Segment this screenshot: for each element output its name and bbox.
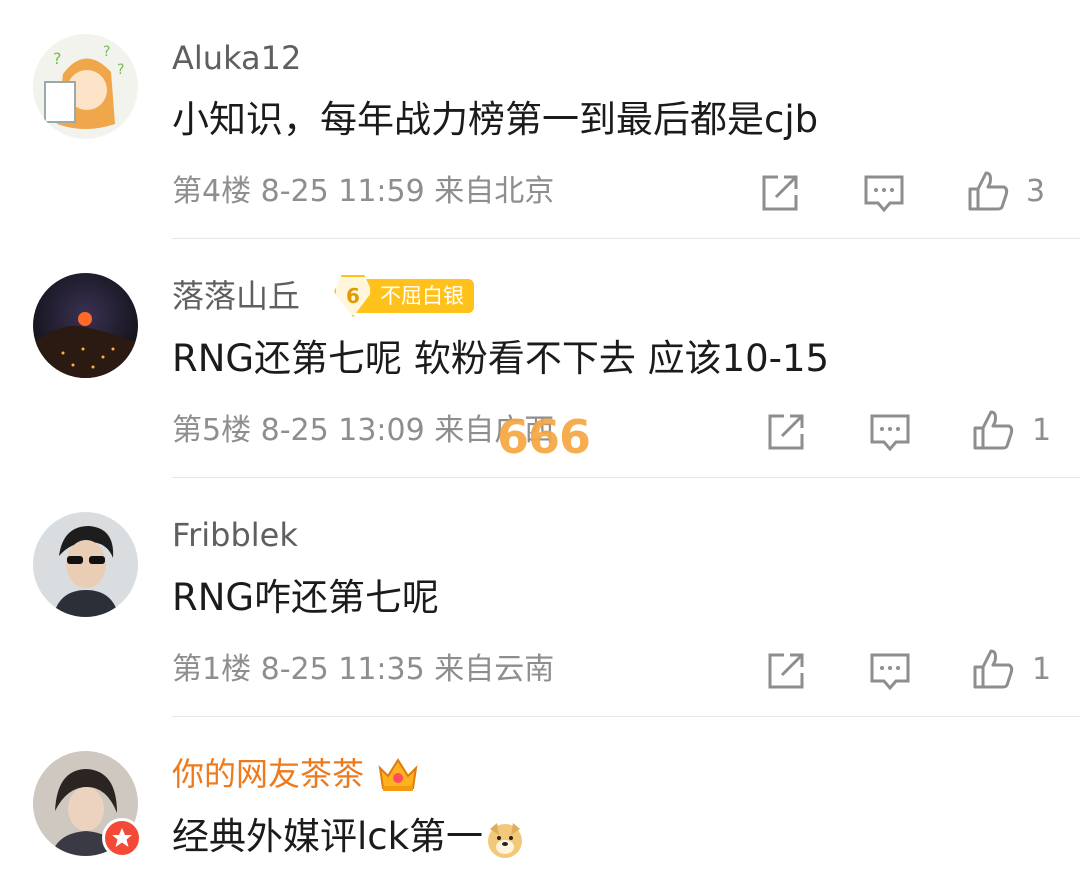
divider <box>172 716 1080 717</box>
comment-author[interactable]: Fribblek <box>172 515 298 555</box>
comment-author-row: 你的网友茶茶 <box>172 754 420 794</box>
share-icon[interactable] <box>764 649 808 693</box>
svg-text:?: ? <box>103 44 110 60</box>
floor-label: 第1楼 <box>172 652 252 687</box>
comment-author-row: 落落山丘 6 不屈白银 <box>172 275 475 317</box>
comment-text: RNG咋还第七呢 <box>172 576 440 619</box>
like-icon[interactable] <box>971 647 1015 691</box>
badge-label: 不屈白银 <box>380 284 465 308</box>
avatar[interactable]: ? ? ? <box>33 34 138 139</box>
like-count: 1 <box>1032 413 1052 448</box>
comment-text: 经典外媒评lck第一 <box>172 815 484 858</box>
timestamp: 8-25 11:59 <box>260 174 425 209</box>
floor-label: 第4楼 <box>172 174 252 209</box>
comment-text-row: 经典外媒评lck第一 <box>172 814 525 860</box>
comment-text: RNG还第七呢 软粉看不下去 应该10-15 <box>172 337 830 380</box>
avatar[interactable] <box>33 273 138 378</box>
overlay-watermark-text: 666 <box>497 410 591 464</box>
avatar[interactable] <box>33 512 138 617</box>
comment-text: 小知识，每年战力榜第一到最后都是cjb <box>172 98 819 141</box>
verified-badge-icon <box>102 818 142 858</box>
level-badge[interactable]: 6 不屈白银 <box>334 275 475 317</box>
like-icon[interactable] <box>971 408 1015 452</box>
share-icon[interactable] <box>764 410 808 454</box>
timestamp: 8-25 11:35 <box>260 652 425 687</box>
comment-icon[interactable] <box>862 171 906 215</box>
divider <box>172 477 1080 478</box>
comment-meta: 第4楼 8-25 11:59 来自北京 <box>172 173 554 211</box>
comment-icon[interactable] <box>868 410 912 454</box>
like-count: 3 <box>1026 174 1046 209</box>
comment-author[interactable]: 落落山丘 <box>172 276 300 316</box>
like-icon[interactable] <box>966 169 1010 213</box>
svg-text:?: ? <box>53 49 62 68</box>
like-count: 1 <box>1032 652 1052 687</box>
timestamp: 8-25 13:09 <box>260 413 425 448</box>
floor-label: 第5楼 <box>172 413 252 448</box>
crown-icon <box>376 754 420 794</box>
comment-author[interactable]: 你的网友茶茶 <box>172 754 364 794</box>
badge-level: 6 <box>334 275 373 317</box>
location: 来自云南 <box>434 652 555 687</box>
svg-text:?: ? <box>117 62 124 78</box>
comment-meta: 第1楼 8-25 11:35 来自云南 <box>172 651 554 689</box>
comment-icon[interactable] <box>868 649 912 693</box>
doge-emoji-icon <box>485 819 525 859</box>
share-icon[interactable] <box>758 171 802 215</box>
comment-author[interactable]: Aluka12 <box>172 38 301 78</box>
divider <box>172 238 1080 239</box>
location: 来自北京 <box>434 174 555 209</box>
